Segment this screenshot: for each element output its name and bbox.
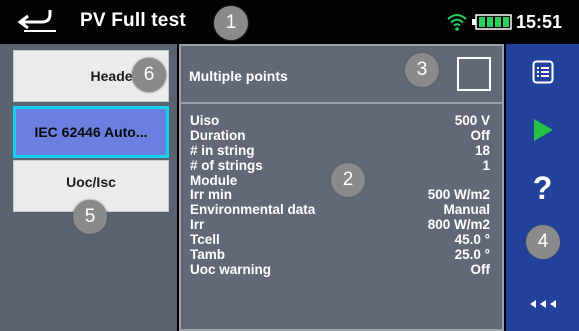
param-value: Off [470,261,491,277]
callout-marker: 3 [405,53,439,87]
wifi-icon [447,14,467,31]
more-options-button[interactable] [506,276,579,331]
param-label: Duration [190,127,246,143]
play-icon [533,119,553,141]
param-duration[interactable]: Duration Off [181,127,502,144]
param-label: Irr min [190,187,233,203]
param-value: 800 W/m2 [427,217,490,233]
clock: 15:51 [516,12,563,32]
iec-62446-auto-button[interactable]: IEC 62446 Auto... [13,106,169,158]
callout-marker: 6 [132,58,166,92]
param-label: Irr [190,217,205,233]
help-button[interactable]: ? [506,160,579,216]
param-value: 1 [482,157,490,173]
callout-marker: 2 [331,163,365,197]
callout-marker: 1 [214,6,248,40]
page-title: PV Full test [80,10,186,31]
param-value: Manual [443,202,490,218]
param-value: 500 V [454,113,490,128]
param-label: Uiso [190,113,220,128]
param-irr[interactable]: Irr 800 W/m2 [181,217,502,233]
param-label: # in string [190,142,255,158]
param-in-string[interactable]: # in string 18 [181,142,502,159]
callout-marker: 5 [73,200,107,234]
param-label: Uoc warning [190,261,272,277]
param-value: 500 W/m2 [427,187,490,203]
param-value: 25.0 ° [454,247,490,263]
help-icon: ? [532,169,553,206]
start-button[interactable] [506,102,579,158]
title-bar: PV Full test 15:51 [0,0,579,44]
list-icon [532,60,553,84]
triple-arrow-left-icon [529,299,556,308]
param-tamb[interactable]: Tamb 25.0 ° [181,247,502,263]
param-environmental-data[interactable]: Environmental data Manual [181,202,502,218]
param-label: Module [190,172,238,188]
multiple-points-row[interactable]: Multiple points [181,46,502,104]
param-tcell[interactable]: Tcell 45.0 ° [181,232,502,248]
param-label: Tcell [190,232,220,248]
callout-marker: 4 [526,225,560,259]
param-value: 45.0 ° [454,232,490,248]
back-icon[interactable] [18,8,62,36]
param-value: Off [470,127,491,143]
param-value: 18 [474,142,490,158]
param-uiso[interactable]: Uiso 500 V [181,113,502,129]
param-label: # of strings [190,157,263,173]
multiple-points-label: Multiple points [189,68,288,84]
param-label: Tamb [190,247,226,263]
battery-icon [472,14,512,30]
multiple-points-checkbox[interactable] [457,57,491,91]
param-uoc-warning[interactable]: Uoc warning Off [181,261,502,278]
right-toolbar: ? [506,44,579,331]
param-label: Environmental data [190,202,316,218]
list-button[interactable] [506,44,579,100]
